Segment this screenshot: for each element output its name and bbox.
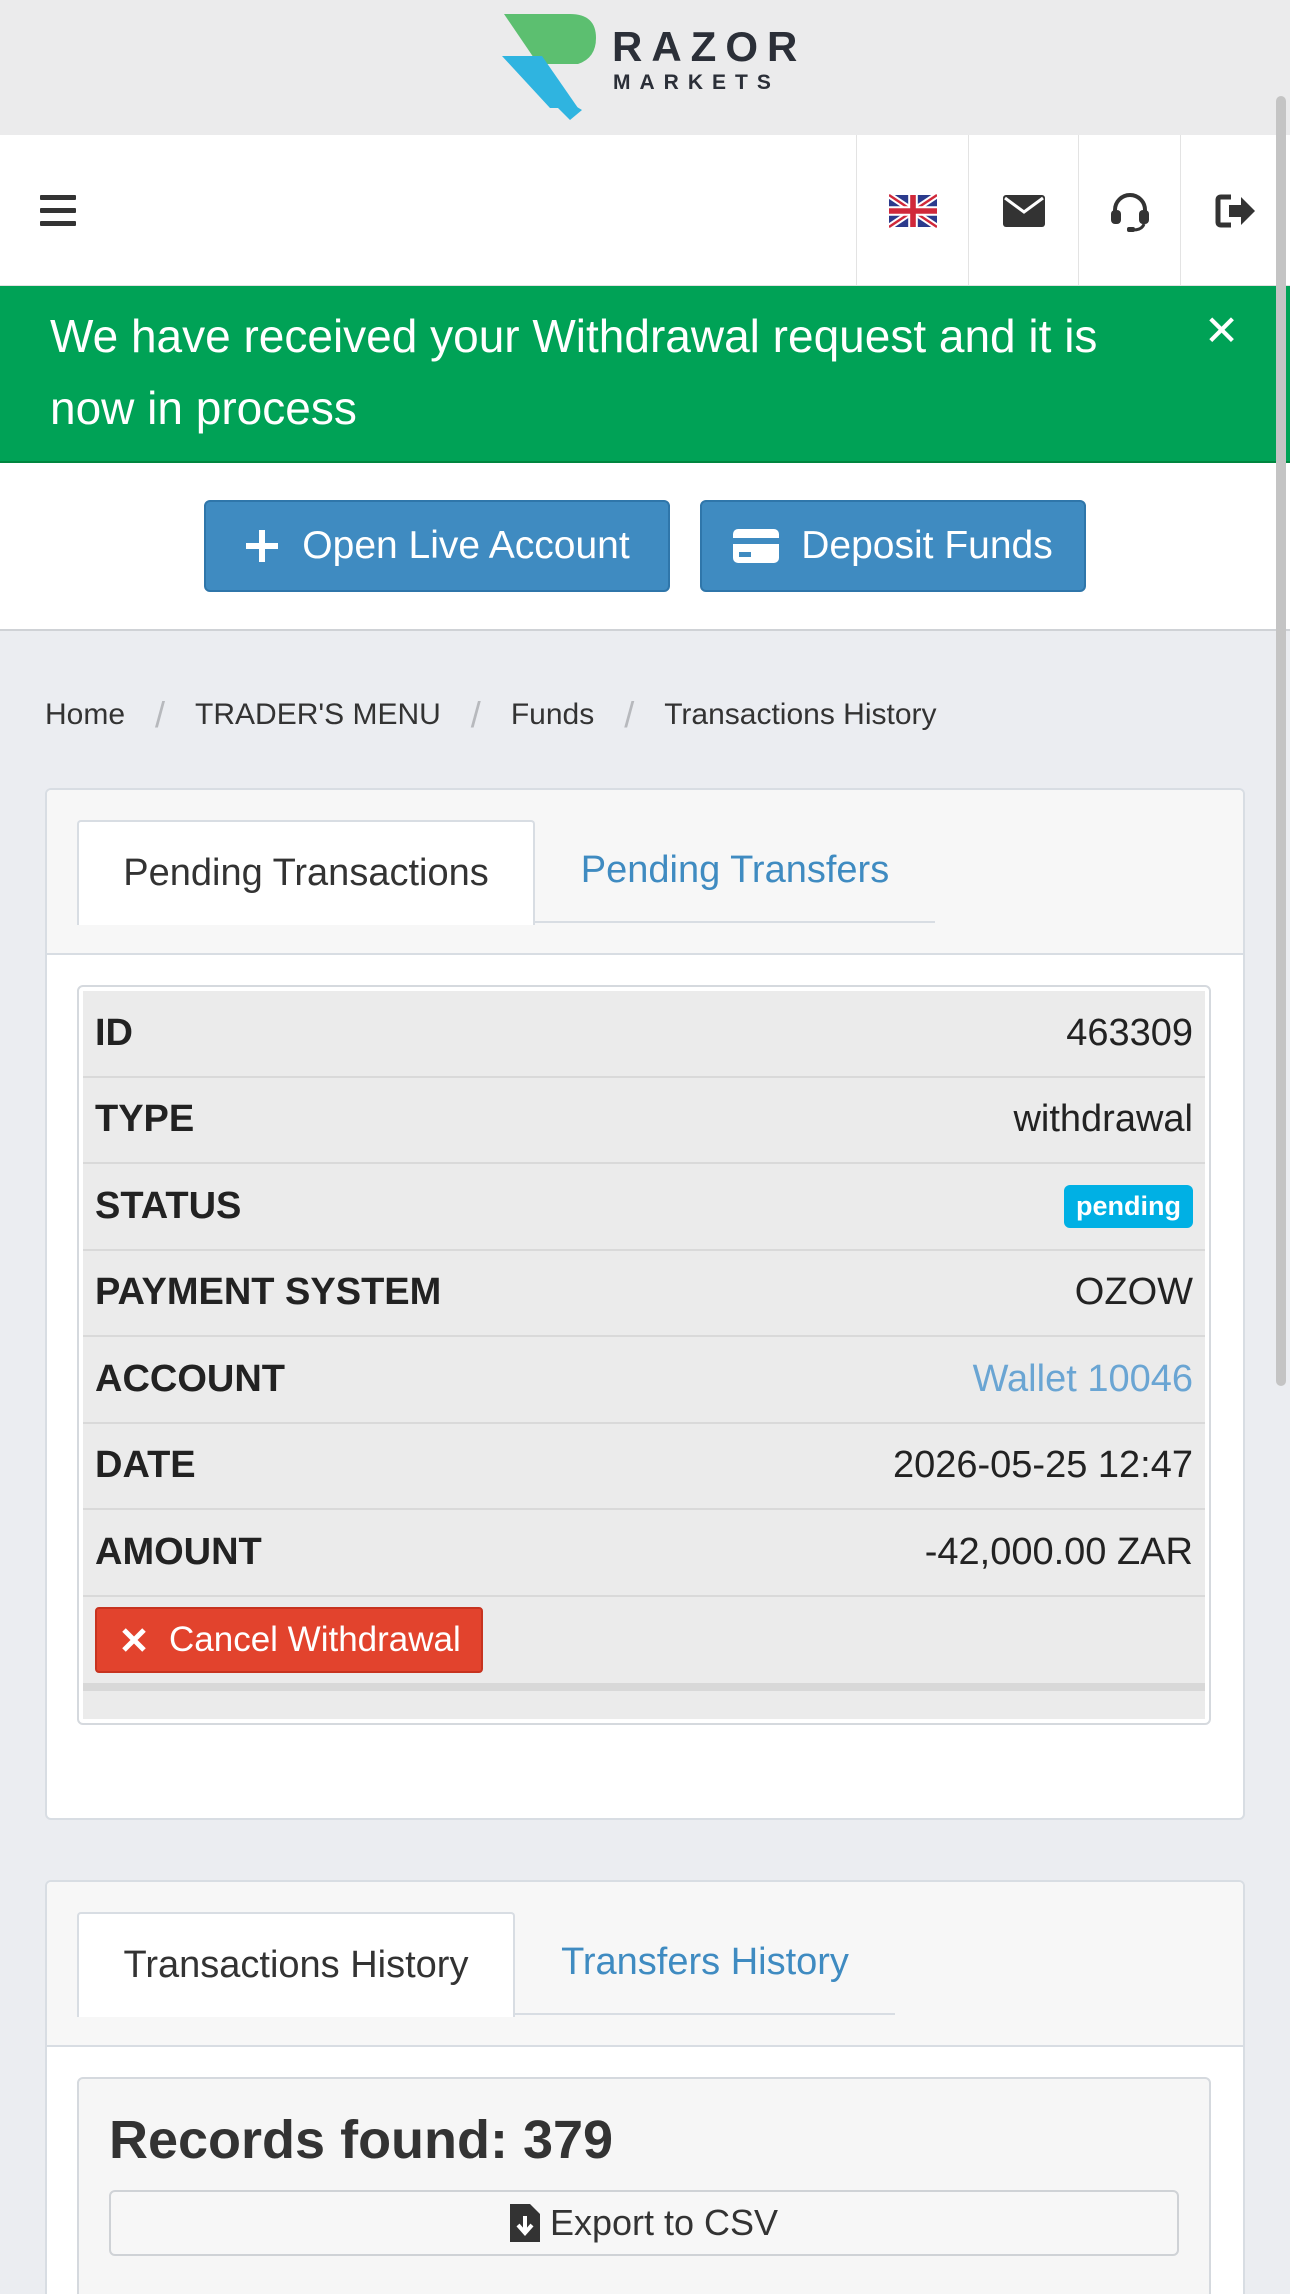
detail-row-date: DATE 2026-05-25 12:47 xyxy=(83,1424,1205,1510)
breadcrumb-separator: / xyxy=(470,694,481,735)
breadcrumb-funds[interactable]: Funds xyxy=(511,698,594,732)
tab-transactions-history[interactable]: Transactions History xyxy=(77,1912,515,2017)
brand-name-line1: RAZOR xyxy=(612,23,807,70)
cancel-row: Cancel Withdrawal xyxy=(83,1597,1205,1691)
hamburger-menu-icon[interactable] xyxy=(40,195,76,227)
detail-value: -42,000.00 ZAR xyxy=(924,1530,1193,1573)
breadcrumb-current: Transactions History xyxy=(664,698,937,731)
detail-row-type: TYPE withdrawal xyxy=(83,1078,1205,1164)
brand-name-line2: MARKETS xyxy=(613,71,780,94)
detail-value: 2026-05-25 12:47 xyxy=(892,1444,1193,1487)
language-button[interactable] xyxy=(856,135,968,286)
credit-card-icon xyxy=(733,529,780,563)
uk-flag-icon xyxy=(888,193,937,228)
open-live-account-button[interactable]: Open Live Account xyxy=(204,500,670,592)
plus-icon xyxy=(246,530,279,562)
tab-pending-transfers[interactable]: Pending Transfers xyxy=(535,820,935,923)
detail-label: TYPE xyxy=(95,1098,195,1141)
breadcrumb: Home / TRADER'S MENU / Funds / Transacti… xyxy=(45,690,937,740)
status-badge: pending xyxy=(1064,1184,1193,1228)
envelope-icon xyxy=(1002,194,1045,227)
deposit-funds-label: Deposit Funds xyxy=(801,524,1053,567)
tab-pending-transactions[interactable]: Pending Transactions xyxy=(77,820,535,925)
cancel-withdrawal-button[interactable]: Cancel Withdrawal xyxy=(95,1606,483,1673)
breadcrumb-separator: / xyxy=(155,694,166,735)
logout-icon xyxy=(1215,194,1255,227)
alert-message: We have received your Withdrawal request… xyxy=(50,310,1098,434)
detail-value: OZOW xyxy=(1074,1271,1193,1314)
tab-transfers-history[interactable]: Transfers History xyxy=(515,1912,895,2015)
records-count: Records found: 379 xyxy=(109,2110,614,2170)
detail-row-account: ACCOUNT Wallet 10046 xyxy=(83,1337,1205,1424)
detail-value: withdrawal xyxy=(1013,1098,1193,1141)
detail-label: DATE xyxy=(95,1444,196,1487)
razor-logo-icon xyxy=(502,14,596,120)
detail-label: AMOUNT xyxy=(95,1530,262,1573)
close-icon xyxy=(122,1627,146,1652)
breadcrumb-traders-menu[interactable]: TRADER'S MENU xyxy=(195,698,441,732)
brand-name: RAZOR MARKETS xyxy=(612,23,807,94)
breadcrumb-home[interactable]: Home xyxy=(45,698,125,732)
cancel-withdrawal-label: Cancel Withdrawal xyxy=(169,1619,461,1659)
detail-value: 463309 xyxy=(1066,1011,1193,1054)
records-box: Records found: 379 Export to CSV xyxy=(77,2077,1211,2294)
logo-bar: RAZOR MARKETS xyxy=(0,0,1290,135)
open-live-account-label: Open Live Account xyxy=(302,524,630,567)
top-navigation xyxy=(0,135,1290,286)
detail-label: PAYMENT SYSTEM xyxy=(95,1271,442,1314)
detail-row-status: STATUS pending xyxy=(83,1164,1205,1251)
headset-icon xyxy=(1110,192,1149,232)
messages-button[interactable] xyxy=(968,135,1078,286)
history-panel: Transactions History Transfers History R… xyxy=(45,1880,1245,2294)
detail-label: ID xyxy=(95,1011,133,1054)
action-bar: Open Live Account Deposit Funds xyxy=(0,463,1290,631)
detail-label: ACCOUNT xyxy=(95,1357,285,1400)
success-alert: We have received your Withdrawal request… xyxy=(0,286,1290,463)
detail-label: STATUS xyxy=(95,1184,242,1227)
deposit-funds-button[interactable]: Deposit Funds xyxy=(700,500,1086,592)
detail-row-payment-system: PAYMENT SYSTEM OZOW xyxy=(83,1251,1205,1337)
breadcrumb-separator: / xyxy=(624,694,635,735)
detail-row-id: ID 463309 xyxy=(83,991,1205,1078)
export-csv-label: Export to CSV xyxy=(549,2202,779,2243)
close-icon[interactable]: ✕ xyxy=(1204,306,1239,355)
transaction-details: ID 463309 TYPE withdrawal STATUS pending… xyxy=(77,985,1211,1725)
detail-row-amount: AMOUNT -42,000.00 ZAR xyxy=(83,1510,1205,1597)
history-tabs: Transactions History Transfers History xyxy=(47,1882,1243,2047)
page-scrollbar[interactable] xyxy=(1276,96,1286,1386)
logout-button[interactable] xyxy=(1180,135,1290,286)
pending-tabs: Pending Transactions Pending Transfers xyxy=(47,790,1243,955)
support-button[interactable] xyxy=(1078,135,1180,286)
pending-panel: Pending Transactions Pending Transfers I… xyxy=(45,788,1245,1820)
account-link[interactable]: Wallet 10046 xyxy=(973,1358,1193,1401)
export-csv-button[interactable]: Export to CSV xyxy=(109,2190,1179,2256)
file-download-icon xyxy=(509,2204,540,2242)
